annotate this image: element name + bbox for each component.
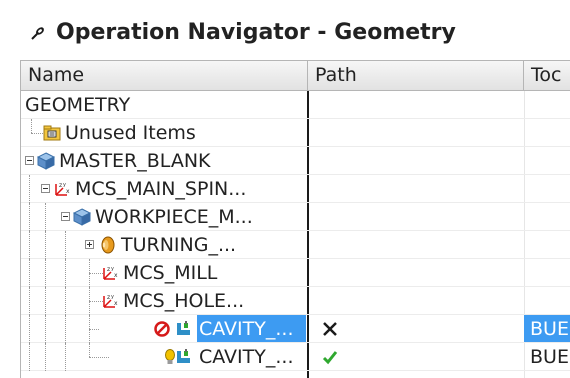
- cavity-mill-icon: [177, 321, 190, 335]
- window-title: Operation Navigator - Geometry: [56, 20, 456, 45]
- tree-node-label: MCS_HOLE...: [123, 290, 245, 312]
- tool-cell: BUE: [530, 346, 569, 368]
- tree-connector: [45, 203, 46, 231]
- column-header-tool[interactable]: Toc: [524, 61, 570, 90]
- mcs-icon: z x y: [103, 294, 118, 308]
- tree-connector: [45, 287, 46, 315]
- tree-node-label: MCS_MAIN_SPIN...: [75, 178, 247, 200]
- tree-node-label: GEOMETRY: [25, 94, 131, 116]
- svg-text:z: z: [59, 182, 62, 189]
- tree-row[interactable]: WORKPIECE_M...: [21, 203, 570, 231]
- svg-text:x: x: [114, 272, 118, 279]
- svg-text:z: z: [107, 294, 110, 301]
- tree-connector: [45, 343, 46, 371]
- tree-node-label: TURNING_...: [121, 234, 237, 256]
- tree-connector: [45, 231, 46, 259]
- svg-text:z: z: [107, 266, 110, 273]
- tree-row[interactable]: z x y MCS_MILL: [21, 259, 570, 287]
- svg-text:x: x: [114, 300, 118, 307]
- tree-row[interactable]: z x y MCS_HOLE...: [21, 287, 570, 315]
- path-status-cell: [314, 315, 526, 343]
- tree-connector: [89, 357, 109, 358]
- tree-connector: [65, 287, 66, 315]
- tree-row[interactable]: z x y MCS_MAIN_SPIN...: [21, 175, 570, 203]
- turning-icon: [101, 236, 115, 254]
- mcs-icon: z x y: [103, 266, 118, 280]
- collapse-toggle-icon[interactable]: [41, 184, 50, 193]
- expand-toggle-icon[interactable]: [85, 240, 94, 249]
- tree-connector: [29, 343, 30, 371]
- tree-connector: [45, 259, 46, 287]
- collapse-toggle-icon[interactable]: [61, 212, 70, 221]
- tree-connector: [29, 203, 30, 231]
- tree-connector: [31, 133, 43, 134]
- tree-connector: [65, 343, 66, 371]
- tree-row[interactable]: MASTER_BLANK: [21, 147, 570, 175]
- cube-icon: [73, 208, 91, 226]
- tree-node-label: CAVITY_...: [199, 318, 294, 340]
- prohibited-icon: [154, 321, 170, 337]
- tree-row[interactable]: TURNING_...: [21, 231, 570, 259]
- column-header-row: Name Path Toc: [21, 61, 570, 91]
- tree-connector: [65, 231, 66, 259]
- tree-connector: [45, 315, 46, 343]
- operation-navigator-panel: Operation Navigator - Geometry Name Path…: [0, 0, 570, 378]
- x-mark-icon: [323, 322, 337, 336]
- tree-row[interactable]: CAVITY_... BUE: [21, 343, 570, 371]
- pin-icon[interactable]: [30, 25, 46, 41]
- collapse-toggle-icon[interactable]: [25, 156, 34, 165]
- tree-connector: [89, 343, 90, 357]
- tree-row-selected[interactable]: CAVITY_... BUE: [21, 315, 570, 343]
- tool-cell: BUE: [530, 318, 569, 340]
- title-bar: Operation Navigator - Geometry: [0, 0, 570, 62]
- tree-node-label: CAVITY_...: [199, 346, 294, 368]
- tree-row[interactable]: Unused Items: [21, 119, 570, 147]
- tree-connector: [29, 259, 30, 287]
- navigator-tree-table[interactable]: Name Path Toc GEOMETRY Unused Items MAST…: [20, 60, 570, 378]
- svg-text:x: x: [66, 188, 70, 195]
- tree-node-label: MCS_MILL: [123, 262, 218, 284]
- tree-connector: [89, 329, 99, 330]
- tree-connector: [65, 259, 66, 287]
- path-status-cell: [314, 343, 526, 371]
- svg-text:y: y: [111, 294, 114, 300]
- folder-icon: [43, 125, 61, 141]
- check-mark-icon: [322, 351, 338, 365]
- tree-row[interactable]: GEOMETRY: [21, 91, 570, 119]
- cavity-mill-icon: [177, 349, 190, 363]
- tree-node-label: MASTER_BLANK: [59, 150, 211, 172]
- column-header-path[interactable]: Path: [308, 61, 524, 90]
- tree-connector: [29, 175, 30, 203]
- svg-text:y: y: [111, 266, 114, 272]
- tree-connector: [29, 287, 30, 315]
- mcs-icon: z x y: [55, 182, 70, 196]
- svg-text:y: y: [63, 182, 66, 188]
- column-header-name[interactable]: Name: [21, 61, 308, 90]
- tree-node-label: Unused Items: [65, 122, 196, 144]
- tree-connector: [29, 231, 30, 259]
- tree-connector: [65, 315, 66, 343]
- tree-connector: [29, 315, 30, 343]
- tree-connector: [31, 119, 32, 133]
- cube-icon: [37, 152, 55, 170]
- tree-node-label: WORKPIECE_M...: [95, 206, 253, 228]
